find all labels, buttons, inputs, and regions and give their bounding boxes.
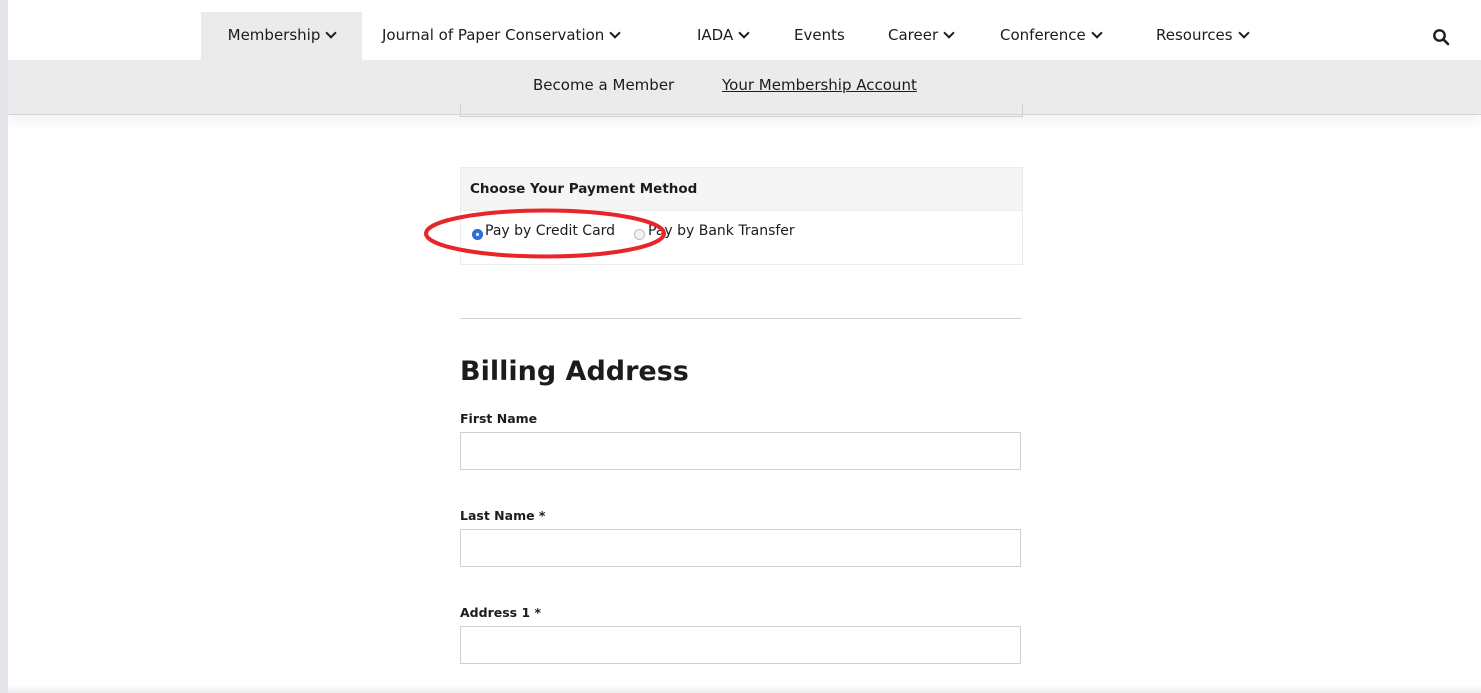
chevron-down-icon <box>1091 27 1103 39</box>
billing-address-title: Billing Address <box>460 356 689 387</box>
nav-journal[interactable]: Journal of Paper Conservation <box>382 12 621 60</box>
nav-iada[interactable]: IADA <box>697 12 750 60</box>
nav-events[interactable]: Events <box>794 12 845 60</box>
chevron-down-icon <box>738 27 750 39</box>
previous-field-edge <box>460 104 1023 117</box>
last-name-label: Last Name * <box>460 508 546 523</box>
chevron-down-icon <box>325 27 338 39</box>
bank-transfer-label[interactable]: Pay by Bank Transfer <box>648 223 795 239</box>
payment-method-heading: Choose Your Payment Method <box>461 168 1022 211</box>
page-bottom-edge <box>8 685 1481 693</box>
chevron-down-icon <box>943 27 955 39</box>
address1-label: Address 1 * <box>460 605 542 620</box>
nav-resources[interactable]: Resources <box>1156 12 1250 60</box>
nav-membership[interactable]: Membership <box>201 12 362 60</box>
section-divider <box>460 318 1022 319</box>
nav-label: Journal of Paper Conservation <box>382 26 605 44</box>
main-nav: Membership Journal of Paper Conservation… <box>8 12 1481 60</box>
nav-label: Resources <box>1156 26 1233 44</box>
page: Membership Journal of Paper Conservation… <box>8 0 1481 693</box>
nav-conference[interactable]: Conference <box>1000 12 1103 60</box>
nav-label: Events <box>794 26 845 44</box>
nav-label: Career <box>888 26 939 44</box>
chevron-down-icon <box>1237 27 1250 39</box>
address1-field[interactable] <box>460 626 1021 664</box>
annotation-ellipse <box>424 208 666 259</box>
chevron-down-icon <box>609 27 621 39</box>
subnav-become-member[interactable]: Become a Member <box>533 76 674 94</box>
subnav-membership-account[interactable]: Your Membership Account <box>722 76 917 94</box>
nav-label: Conference <box>1000 26 1086 44</box>
last-name-field[interactable] <box>460 529 1021 567</box>
first-name-label: First Name <box>460 411 538 426</box>
nav-label: IADA <box>697 26 734 44</box>
search-icon[interactable] <box>1432 28 1450 46</box>
nav-career[interactable]: Career <box>888 12 955 60</box>
first-name-field[interactable] <box>460 432 1021 470</box>
nav-label: Membership <box>227 26 321 44</box>
